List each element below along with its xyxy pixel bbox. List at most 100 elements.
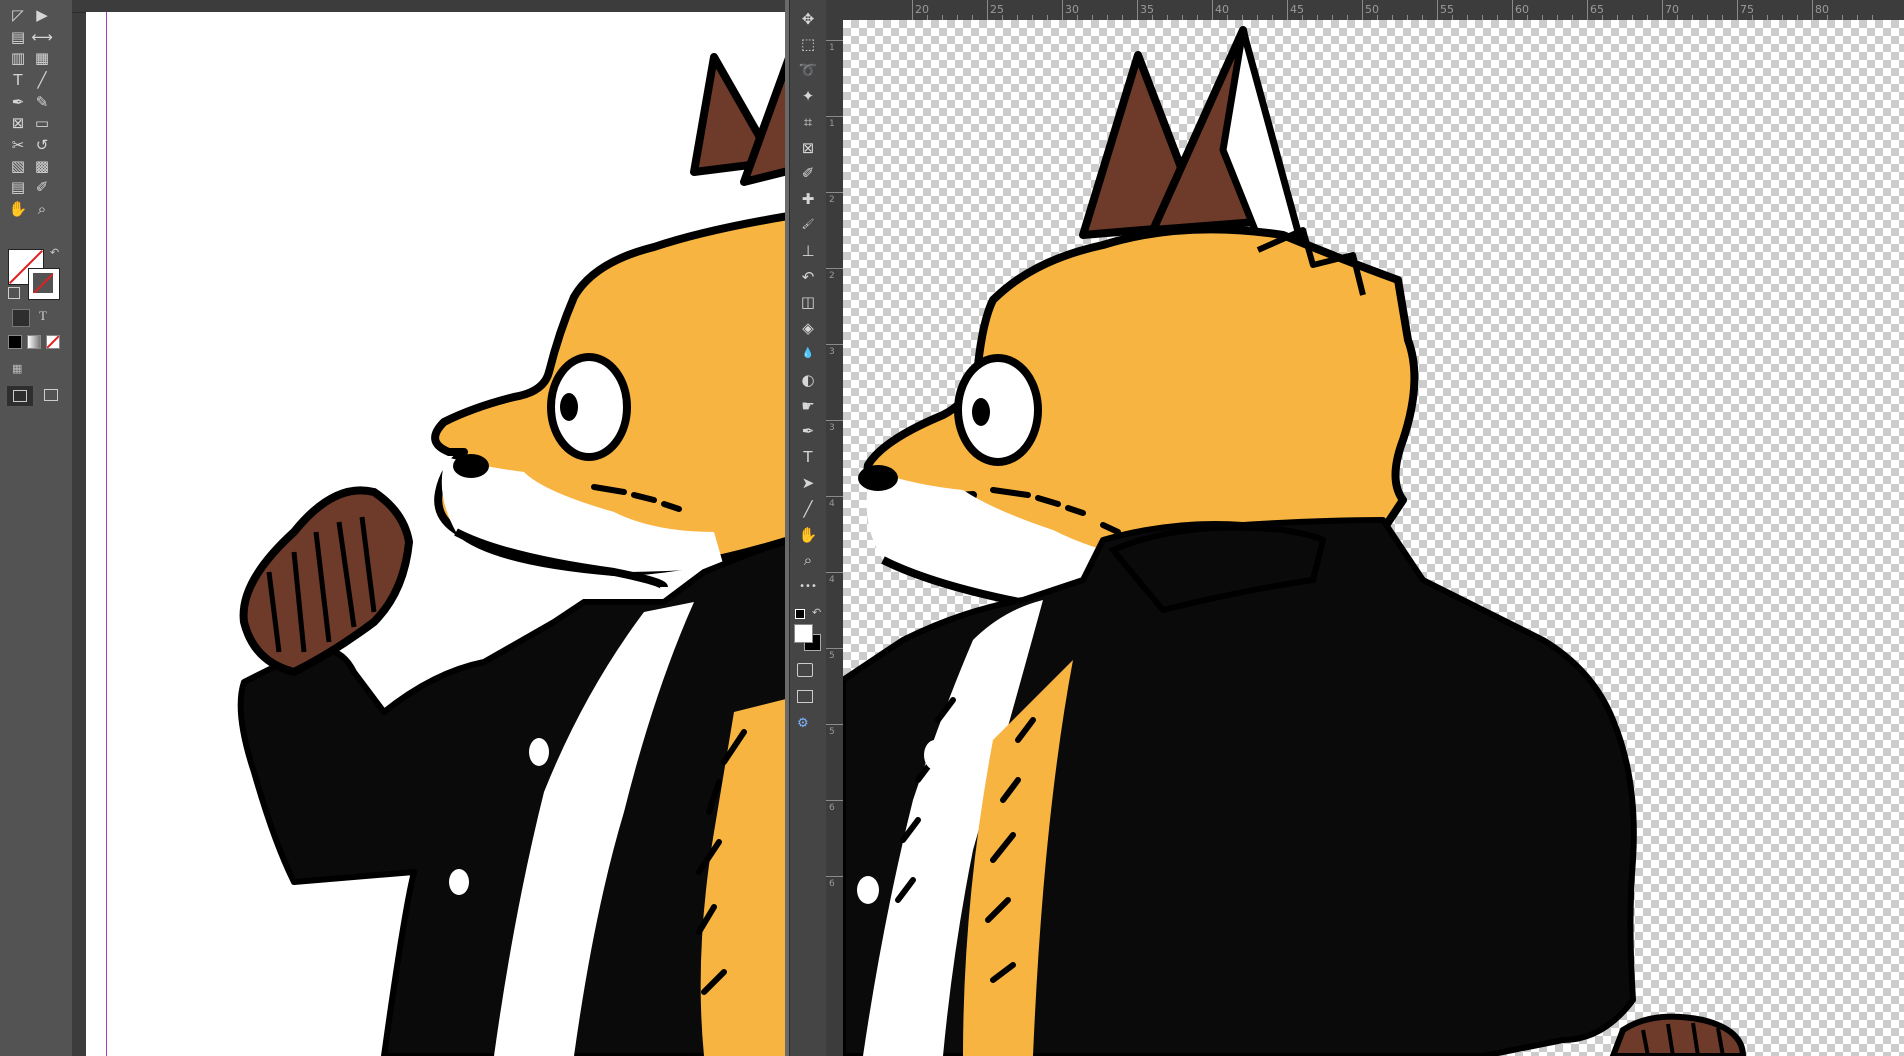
ruler-tick [826, 192, 843, 193]
screen-mode-menu-icon[interactable] [44, 389, 58, 401]
brush-tool-icon[interactable]: 🖌 [796, 214, 820, 236]
photoshop-toolbar: ✥ ⬚ ➰ ✦ ⌗ ⊠ ✐ ✚ 🖌 ⊥ ↶ ◫ ◈ 💧 ◐ ☛ ✒ T ➤ ╱ ✋ ⌕ ••• ↶ ⚙ [789, 0, 827, 1056]
default-colors-icon[interactable] [8, 287, 20, 299]
ruler-tick [826, 344, 843, 345]
healing-brush-tool-icon[interactable]: ✚ [796, 189, 820, 211]
normal-screen-mode-button[interactable] [6, 385, 34, 407]
stroke-swatch[interactable] [28, 268, 60, 300]
line-tool-icon[interactable]: ╱ [796, 498, 820, 520]
ruler-tick [826, 496, 843, 497]
frame-tool-icon[interactable]: ⊠ [796, 137, 820, 159]
ruler-label: 3 [829, 423, 835, 433]
ruler-label: 3 [829, 347, 835, 357]
pen-tool-icon[interactable]: ✒ [796, 421, 820, 443]
ruler-tick [826, 420, 843, 421]
magic-wand-tool-icon[interactable]: ✦ [796, 85, 820, 107]
frame-icon[interactable]: ▦ [12, 362, 22, 375]
ruler-tick [1437, 0, 1438, 20]
foreground-color-swatch[interactable] [794, 624, 813, 643]
photoshop-document-canvas[interactable] [843, 20, 1904, 1056]
history-brush-tool-icon[interactable]: ↶ [796, 266, 820, 288]
formatting-affects-container-icon[interactable] [12, 309, 30, 327]
swap-colors-icon[interactable]: ↶ [50, 246, 59, 259]
indesign-toolbar: ◸ ▶ ▤ ⟷ ▥ ▦ T ╱ ✒ ✎ ⊠ ▭ ✂ ↺ ▧ ▩ ▤ ✐ ✋ ⌕ ↶ T ▦ [0, 0, 60, 1056]
type-tool-icon[interactable]: T [796, 447, 820, 469]
apply-color-button[interactable] [8, 335, 22, 349]
smudge-tool-icon[interactable]: ☛ [796, 395, 820, 417]
ruler-label: 2 [829, 195, 835, 205]
zoom-tool-icon[interactable]: ⌕ [30, 198, 54, 220]
ruler-label: 6 [829, 879, 835, 889]
ruler-tick [1587, 0, 1588, 20]
dodge-tool-icon[interactable]: ◐ [796, 369, 820, 391]
rectangular-marquee-tool-icon[interactable]: ⬚ [796, 34, 820, 56]
ruler-tick [1362, 0, 1363, 20]
eyedropper-tool-icon[interactable]: ✐ [796, 163, 820, 185]
hand-tool-icon[interactable]: ✋ [6, 198, 30, 220]
fox-artwork [237, 53, 785, 1056]
ruler-tick [826, 116, 843, 117]
ruler-tick [826, 724, 843, 725]
ruler-tick [1137, 0, 1138, 20]
ruler-label: 1 [829, 43, 835, 53]
blur-tool-icon[interactable]: 💧 [796, 343, 820, 365]
ruler-label: 1 [829, 119, 835, 129]
default-colors-icon[interactable] [795, 609, 805, 619]
indesign-vertical-ruler [72, 0, 87, 1056]
ruler-tick [1512, 0, 1513, 20]
ruler-label: 2 [829, 271, 835, 281]
free-transform-tool-icon[interactable]: ↺ [30, 134, 54, 156]
gradient-swatch-tool-icon[interactable]: ▧ [6, 155, 30, 177]
quick-mask-icon[interactable] [797, 663, 813, 677]
clone-stamp-tool-icon[interactable]: ⊥ [796, 240, 820, 262]
formatting-affects-text-icon[interactable]: T [39, 308, 47, 324]
eyedropper-tool-icon[interactable]: ✐ [30, 176, 54, 198]
rectangle-frame-tool-icon[interactable]: ⊠ [6, 112, 30, 134]
zoom-tool-icon[interactable]: ⌕ [796, 550, 820, 572]
ruler-tick [826, 800, 843, 801]
eraser-tool-icon[interactable]: ◫ [796, 292, 820, 314]
gradient-feather-tool-icon[interactable]: ▩ [30, 155, 54, 177]
scissors-tool-icon[interactable]: ✂ [6, 134, 30, 156]
line-tool-icon[interactable]: ╱ [30, 69, 54, 91]
content-placer-icon[interactable]: ▦ [30, 47, 54, 69]
ruler-tick [1287, 0, 1288, 20]
path-selection-tool-icon[interactable]: ➤ [796, 472, 820, 494]
indesign-document-canvas[interactable] [86, 12, 785, 1056]
pen-tool-icon[interactable]: ✒ [6, 91, 30, 113]
ruler-tick [826, 572, 843, 573]
note-tool-icon[interactable]: ▤ [6, 176, 30, 198]
ruler-label: 4 [829, 575, 835, 585]
ruler-label: 6 [829, 803, 835, 813]
content-collector-icon[interactable]: ▥ [6, 47, 30, 69]
swap-colors-icon[interactable]: ↶ [812, 606, 821, 619]
ruler-label: 4 [829, 499, 835, 509]
screen-mode-icon[interactable] [797, 690, 813, 703]
photoshop-vertical-ruler: 1 1 2 2 3 3 4 4 5 5 6 6 [826, 20, 844, 1056]
ruler-tick [987, 0, 988, 20]
type-tool-icon[interactable]: T [6, 69, 30, 91]
pencil-tool-icon[interactable]: ✎ [30, 91, 54, 113]
direct-selection-tool-icon[interactable]: ▶ [30, 4, 54, 26]
apply-gradient-button[interactable] [27, 335, 41, 349]
gap-tool-icon[interactable]: ⟷ [30, 26, 54, 48]
more-tools-icon[interactable]: ••• [796, 576, 820, 598]
edit-toolbar-icon[interactable]: ⚙ [797, 716, 809, 731]
crop-tool-icon[interactable]: ⌗ [796, 111, 820, 133]
rectangle-tool-icon[interactable]: ▭ [30, 112, 54, 134]
move-tool-icon[interactable]: ✥ [796, 8, 820, 30]
ruler-label: 5 [829, 651, 835, 661]
ruler-tick [1662, 0, 1663, 20]
ruler-tick [1062, 0, 1063, 20]
hand-tool-icon[interactable]: ✋ [796, 524, 820, 546]
ruler-label: 5 [829, 727, 835, 737]
ruler-tick [1737, 0, 1738, 20]
ruler-tick [826, 268, 843, 269]
ruler-tick [1212, 0, 1213, 20]
selection-tool-icon[interactable]: ◸ [6, 4, 30, 26]
ruler-tick [826, 876, 843, 877]
paint-bucket-tool-icon[interactable]: ◈ [796, 318, 820, 340]
apply-none-button[interactable] [46, 335, 60, 349]
lasso-tool-icon[interactable]: ➰ [796, 60, 820, 82]
page-tool-icon[interactable]: ▤ [6, 26, 30, 48]
